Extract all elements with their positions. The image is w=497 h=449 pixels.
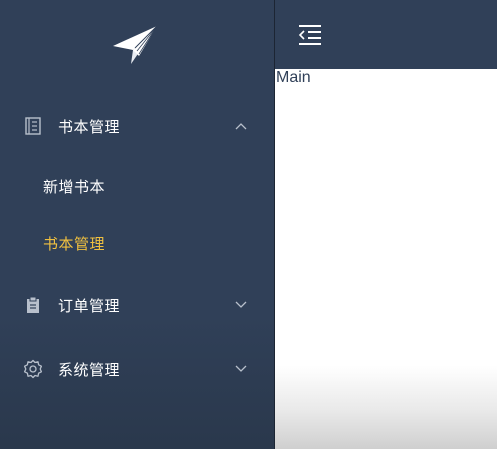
submenu-book-management[interactable]: 书本管理: [0, 223, 275, 263]
main-text: Main: [276, 69, 311, 86]
menu-label: 订单管理: [58, 296, 121, 315]
submenu-add-book[interactable]: 新增书本: [0, 166, 275, 206]
chevron-down-icon: [234, 298, 248, 312]
chevron-up-icon: [234, 119, 248, 133]
submenu-label: 新增书本: [43, 177, 106, 196]
sidebar: 书本管理 新增书本 书本管理 订单管理 系统管理: [0, 0, 275, 449]
indent-icon[interactable]: [297, 23, 323, 47]
menu-system-management[interactable]: 系统管理: [0, 349, 275, 389]
header: [275, 0, 497, 69]
main-content: Main: [275, 69, 497, 449]
menu-book-management[interactable]: 书本管理: [0, 106, 275, 146]
menu-order-management[interactable]: 订单管理: [0, 285, 275, 325]
gear-icon: [23, 359, 43, 379]
menu-label: 书本管理: [58, 117, 121, 136]
submenu-label: 书本管理: [43, 234, 106, 253]
paper-plane-icon[interactable]: [111, 24, 159, 68]
clipboard-icon: [23, 295, 43, 315]
book-icon: [23, 116, 43, 136]
menu-label: 系统管理: [58, 360, 121, 379]
chevron-down-icon: [234, 362, 248, 376]
